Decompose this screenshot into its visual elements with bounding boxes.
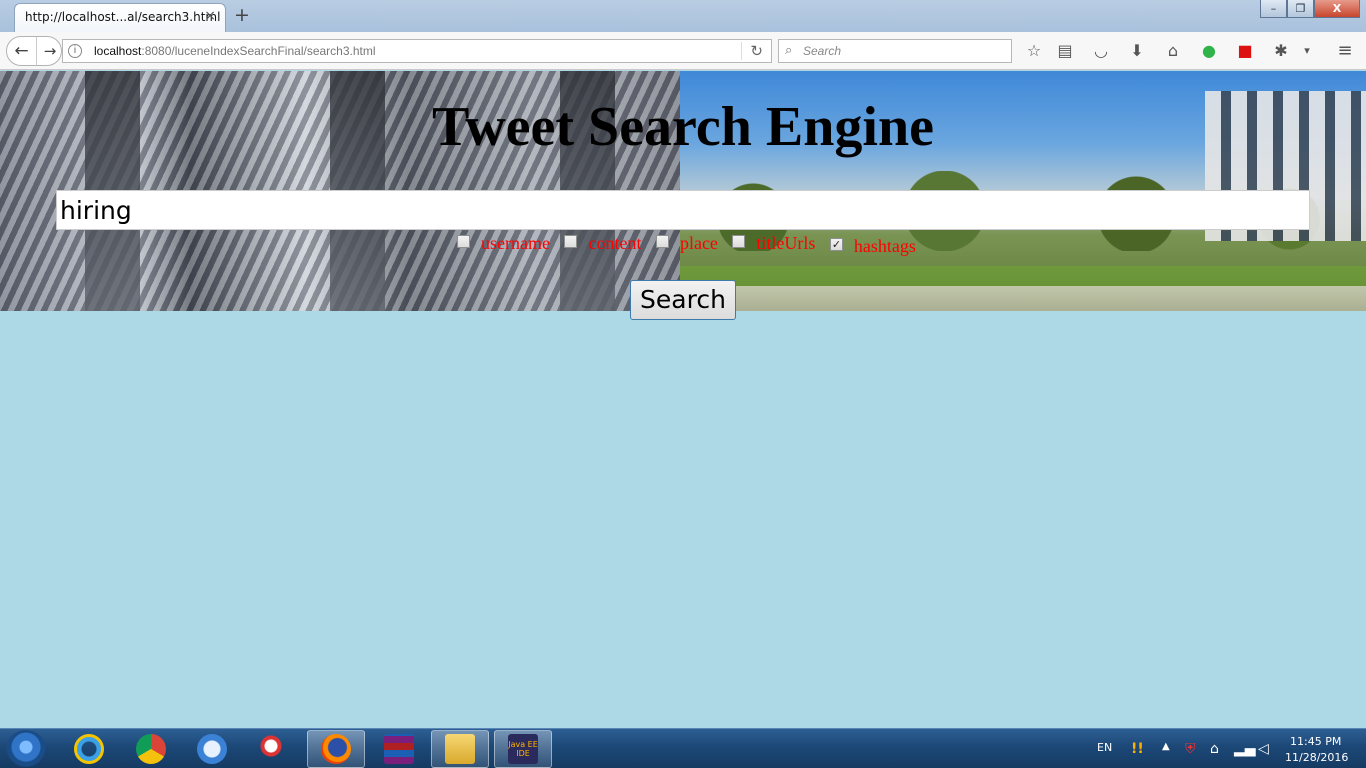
content-checkbox[interactable] [564,235,578,248]
bookmark-star-icon[interactable]: ☆ [1023,40,1045,62]
snipping-tool-logo [259,734,289,764]
search-button[interactable]: Search [630,280,736,320]
search-icon: ⌕ [785,43,793,58]
tab-close-icon[interactable]: × [204,8,216,24]
home-icon[interactable]: ⌂ [1162,40,1184,62]
maximize-button[interactable]: ❐ [1287,0,1314,18]
field-option-content: content [564,233,651,254]
start-button[interactable] [6,730,46,768]
extension-icon[interactable]: ✱ [1270,40,1292,62]
page-title: Tweet Search Engine [432,96,934,158]
browser-toolbar: ← → i localhost:8080/luceneIndexSearchFi… [0,32,1366,70]
field-checkbox-row: username content place titleUrls ✓ hasht… [457,233,926,256]
java-ee-logo: Java EE IDE [508,734,538,764]
firefox-logo [321,734,351,764]
search-placeholder: Search [803,44,842,58]
minimize-button[interactable]: – [1260,0,1287,18]
chrome-logo [136,734,166,764]
back-arrow-icon[interactable]: ← [7,37,37,65]
ie-logo [74,734,104,764]
field-option-place: place [655,233,728,254]
safari-logo [197,734,227,764]
downloads-icon[interactable]: ⬇ [1126,40,1148,62]
winrar-icon[interactable] [370,730,428,768]
pocket-icon[interactable]: ◡ [1090,40,1112,62]
field-label: content [588,233,642,253]
url-host: localhost [94,44,142,58]
tray-expand-icon[interactable]: ▲ [1162,741,1170,752]
field-option-username: username [457,233,560,254]
url-text: localhost:8080/luceneIndexSearchFinal/se… [94,44,376,58]
notification-warning-icon[interactable]: !! [1131,741,1144,757]
file-explorer-icon[interactable] [431,730,489,768]
language-indicator[interactable]: EN [1097,741,1112,754]
internet-explorer-icon[interactable] [60,730,118,768]
window-controls: – ❐ X [1260,0,1360,19]
url-path: :8080/luceneIndexSearchFinal/search3.htm… [141,44,376,58]
signal-icon[interactable]: ▂▄ [1234,741,1256,757]
winrar-logo [384,734,414,764]
site-info-icon[interactable]: i [68,44,82,58]
browser-titlebar: http://localhost...al/search3.html × + –… [0,0,1366,32]
network-drive-icon[interactable]: ⌂ [1210,741,1219,757]
bookmarks-menu-icon[interactable]: ▤ [1054,40,1076,62]
firefox-icon[interactable] [307,730,365,768]
titleurls-checkbox[interactable] [732,235,746,248]
hamburger-menu-icon[interactable]: ≡ [1334,40,1356,62]
flash-icon[interactable]: ■ [1234,40,1256,62]
place-checkbox[interactable] [655,235,669,248]
overflow-chevron-icon[interactable]: ▾ [1296,40,1318,62]
safari-icon[interactable] [183,730,241,768]
browser-search-box[interactable]: ⌕ Search [778,39,1012,63]
hashtags-checkbox[interactable]: ✓ [829,238,843,251]
field-label: place [679,233,718,253]
tab-title: http://localhost...al/search3.html [25,10,221,24]
field-label: username [481,233,550,253]
clock-time[interactable]: 11:45 PM [1290,735,1341,748]
query-input[interactable] [56,190,1310,230]
field-option-titleurls: titleUrls [732,233,825,254]
close-window-button[interactable]: X [1314,0,1360,18]
username-checkbox[interactable] [457,235,470,248]
windows-taskbar: Java EE IDE EN !! ▲ ⛨ ⌂ ▂▄ ◁ 11:45 PM 11… [0,728,1366,768]
reload-icon[interactable]: ↻ [741,42,763,60]
chrome-icon[interactable] [122,730,180,768]
field-option-hashtags: ✓ hashtags [829,236,926,257]
nav-buttons: ← → [6,36,62,66]
java-ee-ide-icon[interactable]: Java EE IDE [494,730,552,768]
address-bar[interactable]: i localhost:8080/luceneIndexSearchFinal/… [62,39,772,63]
clock-date[interactable]: 11/28/2016 [1285,751,1348,764]
field-label: titleUrls [756,233,816,253]
field-label: hashtags [853,236,916,256]
browser-tab[interactable]: http://localhost...al/search3.html × [14,3,226,32]
antivirus-icon[interactable]: ⛨ [1185,741,1196,757]
volume-muted-icon[interactable]: ◁ [1258,741,1269,757]
hero-path [680,286,1366,311]
snipping-tool-icon[interactable] [245,730,303,768]
folder-icon [445,734,475,764]
forward-arrow-icon[interactable]: → [38,37,62,65]
new-tab-icon[interactable]: + [234,4,250,26]
hangouts-icon[interactable]: ● [1198,40,1220,62]
